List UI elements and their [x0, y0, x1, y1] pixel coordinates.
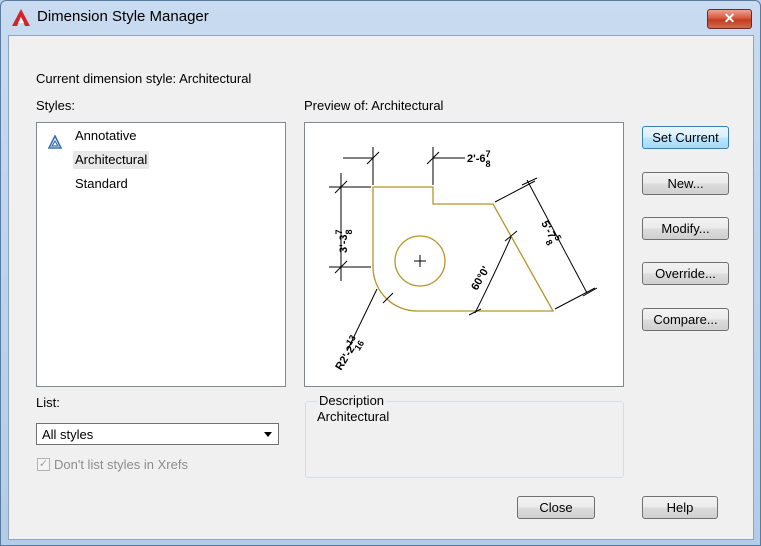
modify-button[interactable]: Modify...	[642, 217, 729, 240]
top-dimension	[343, 147, 465, 185]
xref-checkbox[interactable]: ✓	[37, 458, 50, 471]
dim-angle-text: 60°0'	[469, 264, 492, 292]
window-title: Dimension Style Manager	[37, 8, 209, 25]
chevron-down-icon	[264, 432, 272, 437]
dim-right-text: 5'-758	[535, 217, 564, 247]
current-style-label: Current dimension style: Architectural	[36, 71, 252, 86]
compare-button[interactable]: Compare...	[642, 308, 729, 331]
autocad-logo-icon	[12, 9, 30, 26]
list-label: List:	[36, 395, 60, 410]
dim-left-text: 3'-378	[334, 229, 354, 253]
annotative-icon	[48, 135, 62, 149]
preview-label: Preview of: Architectural	[304, 98, 444, 113]
xref-checkbox-label: Don't list styles in Xrefs	[54, 457, 188, 472]
new-button[interactable]: New...	[642, 172, 729, 195]
preview-pane: 2'-67 8 3'-378 5'-758 60°0' R2'-21316	[304, 122, 624, 387]
set-current-button[interactable]: Set Current	[642, 126, 729, 149]
style-item-architectural[interactable]: Architectural	[73, 151, 150, 169]
close-icon[interactable]: ✕	[707, 9, 752, 29]
part-outline	[372, 186, 555, 312]
dim-top-text: 2'-67 8	[467, 149, 491, 169]
style-item-standard[interactable]: Standard	[73, 175, 130, 193]
description-label: Description	[317, 393, 387, 408]
close-button[interactable]: Close	[517, 496, 595, 519]
list-dropdown[interactable]: All styles	[36, 423, 279, 445]
dim-radius-text: R2'-21316	[330, 333, 366, 375]
dimension-preview-drawing: 2'-67 8 3'-378 5'-758 60°0' R2'-21316	[329, 147, 598, 375]
center-mark	[414, 255, 426, 267]
help-button[interactable]: Help	[642, 496, 718, 519]
list-dropdown-value: All styles	[42, 427, 94, 442]
dialog-body: Current dimension style: Architectural S…	[8, 35, 754, 540]
title-bar[interactable]: Dimension Style Manager ✕	[1, 1, 760, 33]
description-text: Architectural	[317, 409, 390, 424]
style-item-annotative[interactable]: Annotative	[73, 127, 138, 145]
override-button[interactable]: Override...	[642, 262, 729, 285]
styles-listbox[interactable]: Annotative Architectural Standard	[36, 122, 286, 387]
styles-label: Styles:	[36, 98, 76, 113]
dialog-window: Dimension Style Manager ✕ Current dimens…	[0, 0, 761, 546]
left-dimension	[329, 173, 371, 281]
